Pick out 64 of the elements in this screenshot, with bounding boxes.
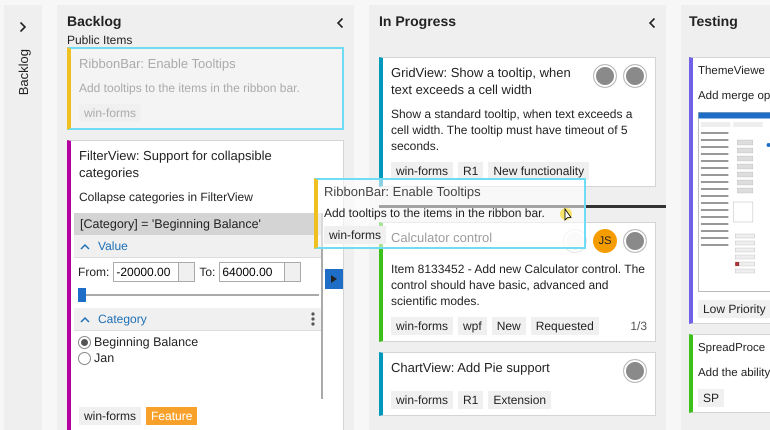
tag: SP <box>698 389 724 407</box>
to-field[interactable]: 64000.00 <box>219 262 286 282</box>
tag: R1 <box>458 391 484 409</box>
tag: win-forms <box>79 104 142 122</box>
field-label: To: <box>199 265 216 279</box>
card-description: Show a standard tooltip, when text exceeds a cell width. The tooltip must have timeout of 5 seconds. <box>391 106 634 154</box>
tag: Extension <box>488 391 552 409</box>
from-field[interactable]: -20000.00 <box>113 262 180 282</box>
tag: Requested <box>530 317 599 335</box>
column-title: Testing <box>689 13 738 29</box>
tag: win-forms <box>324 226 386 244</box>
radio-button[interactable] <box>78 352 91 364</box>
task-card[interactable]: GridView: Show a tooltip, when text exceeds a cell width Show a standard tooltip, when text exceeds a cell width. The tooltip must have timeout of 5 seconds. win-forms R1 New functionality <box>379 57 656 187</box>
radio-label: Jan <box>94 351 114 365</box>
column-subtitle: Public Items <box>67 33 132 47</box>
section-title: Category <box>98 312 147 326</box>
tag: R1 <box>458 162 484 180</box>
section-title: Value <box>98 239 128 253</box>
card-description: Item 8133452 - Add new Calculator control. The control should have basic, advanced and scientific modes. <box>391 261 646 309</box>
task-card[interactable]: ThemeViewe Add merge op Low Priority <box>689 57 770 324</box>
tag: win-forms <box>79 407 142 425</box>
collapse-icon[interactable] <box>648 17 656 29</box>
card-title: SpreadProce <box>698 341 766 356</box>
more-icon[interactable] <box>311 312 315 326</box>
card-description: Add merge op <box>698 89 770 104</box>
radio-button[interactable] <box>78 336 91 348</box>
card-title: Calculator control <box>391 229 492 247</box>
tag: win-forms <box>391 391 454 409</box>
caret-icon <box>80 316 90 322</box>
tag: win-forms <box>391 162 454 180</box>
column-title: Backlog <box>67 13 122 29</box>
task-card[interactable]: Calculator control JS Item 8133452 - Add new Calculator control. The control should have basic, advanced and scientific modes. win-forms wpf New Requested 1/3 <box>379 222 656 342</box>
tag: Feature <box>146 407 198 425</box>
card-title: FilterView: Support for collapsible categories <box>79 147 273 181</box>
task-card[interactable]: SpreadProce Add the ability SP <box>689 334 770 413</box>
range-slider[interactable] <box>78 288 319 302</box>
expand-icon[interactable] <box>19 21 27 33</box>
filter-expression: [Category] = 'Beginning Balance' <box>74 213 321 235</box>
radio-label: Beginning Balance <box>94 335 198 349</box>
card-description: Add the ability <box>698 366 770 381</box>
column-title: Backlog <box>16 49 30 96</box>
card-title: GridView: Show a tooltip, when text exceeds a cell width <box>391 64 572 98</box>
avatar: JS <box>593 229 617 253</box>
slider-thumb[interactable] <box>78 288 86 302</box>
item-counter: 1/3 <box>630 319 647 333</box>
play-button[interactable] <box>325 269 343 289</box>
column-title: In Progress <box>379 13 456 29</box>
section-header[interactable]: Category <box>74 308 321 331</box>
collapse-icon[interactable] <box>336 17 344 29</box>
tag: win-forms <box>391 317 454 335</box>
cursor-icon <box>560 208 574 222</box>
card-title: ChartView: Add Pie support <box>391 359 550 377</box>
field-label: From: <box>78 265 110 279</box>
tag: wpf <box>458 317 487 335</box>
play-icon <box>331 275 337 283</box>
caret-icon <box>80 242 90 250</box>
card-title: RibbonBar: Enable Tooltips <box>79 55 236 72</box>
tag: Low Priority <box>698 300 770 318</box>
task-card[interactable]: ChartView: Add Pie support win-forms R1 Extension <box>379 352 656 416</box>
card-description: Add tooltips to the items in the ribbon bar. <box>79 80 301 96</box>
tag: New <box>492 317 526 335</box>
card-title: ThemeViewe <box>698 64 765 79</box>
tag: New functionality <box>488 162 590 180</box>
section-header[interactable]: Value <box>74 235 321 258</box>
